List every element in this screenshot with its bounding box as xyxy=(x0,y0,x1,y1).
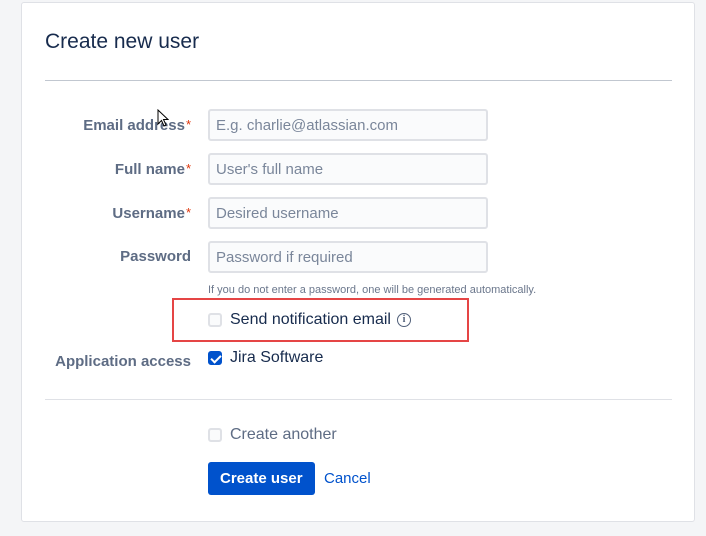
create-another-row: Create another xyxy=(208,426,337,444)
highlight-box xyxy=(172,298,469,342)
create-user-button[interactable]: Create user xyxy=(208,462,315,495)
required-marker: * xyxy=(185,117,191,132)
password-hint: If you do not enter a password, one will… xyxy=(208,284,537,296)
email-label: Email address* xyxy=(83,117,191,134)
create-another-checkbox[interactable] xyxy=(208,428,222,442)
username-input[interactable] xyxy=(208,197,488,229)
create-another-label[interactable]: Create another xyxy=(230,426,337,444)
application-access-label: Application access xyxy=(55,353,191,370)
dialog-title: Create new user xyxy=(45,30,200,53)
password-label: Password xyxy=(120,248,191,265)
email-input[interactable] xyxy=(208,109,488,141)
footer-divider xyxy=(45,399,672,400)
cancel-link[interactable]: Cancel xyxy=(324,470,371,487)
jira-software-label[interactable]: Jira Software xyxy=(230,349,323,367)
username-label: Username* xyxy=(112,205,191,222)
required-marker: * xyxy=(185,161,191,176)
fullname-input[interactable] xyxy=(208,153,488,185)
fullname-label: Full name* xyxy=(114,161,191,178)
jira-software-checkbox[interactable] xyxy=(208,351,222,365)
required-marker: * xyxy=(185,205,191,220)
header-divider xyxy=(45,80,672,81)
mouse-pointer-icon xyxy=(157,109,169,127)
application-access-row: Jira Software xyxy=(208,349,323,367)
password-input[interactable] xyxy=(208,241,488,273)
